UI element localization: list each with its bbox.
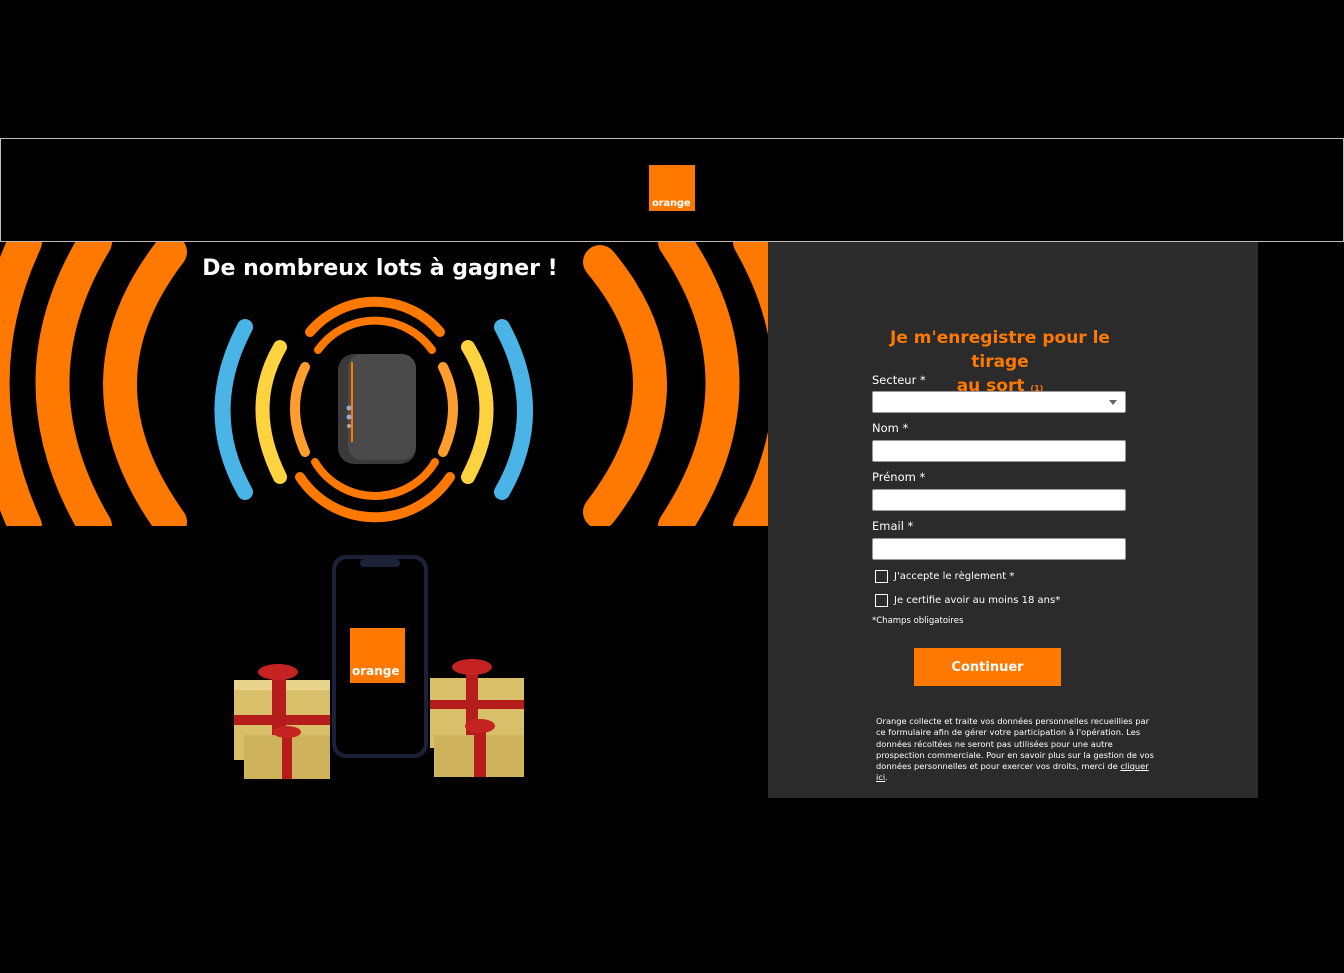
banner-title: De nombreux lots à gagner ! (202, 256, 558, 281)
continue-button[interactable]: Continuer (914, 648, 1061, 686)
prenom-input[interactable] (872, 489, 1126, 511)
email-label: Email * (872, 519, 914, 533)
chevron-down-icon (1109, 400, 1117, 405)
secteur-label: Secteur * (872, 373, 926, 387)
age-checkbox[interactable] (875, 594, 888, 607)
legal-text: Orange collecte et traite vos données pe… (876, 716, 1154, 772)
form-title: Je m'enregistre pour le tirage au sort (… (872, 326, 1128, 401)
hero-banner (0, 242, 768, 526)
nom-label: Nom * (872, 421, 909, 435)
secteur-select[interactable] (872, 391, 1126, 413)
prenom-label: Prénom * (872, 470, 926, 484)
form-title-line1: Je m'enregistre pour le tirage (890, 328, 1110, 372)
reglement-checkbox[interactable] (875, 570, 888, 583)
legal-end: . (885, 772, 888, 783)
gift-box-left (234, 664, 330, 779)
phone-logo-text: orange (352, 664, 400, 678)
required-fields-note: *Champs obligatoires (872, 616, 964, 626)
orange-logo-text: orange (652, 198, 691, 209)
legal-notice: Orange collecte et traite vos données pe… (876, 716, 1156, 784)
nom-input[interactable] (872, 440, 1126, 462)
age-checkbox-label[interactable]: Je certifie avoir au moins 18 ans* (894, 595, 1060, 606)
email-input[interactable] (872, 538, 1126, 560)
reglement-checkbox-label[interactable]: J'accepte le règlement * (894, 571, 1014, 582)
orange-logo[interactable]: orange (649, 165, 695, 211)
gift-box-right (430, 659, 524, 777)
wave-graphic (0, 242, 768, 526)
livebox-device (338, 354, 416, 464)
smartphone (332, 555, 428, 758)
